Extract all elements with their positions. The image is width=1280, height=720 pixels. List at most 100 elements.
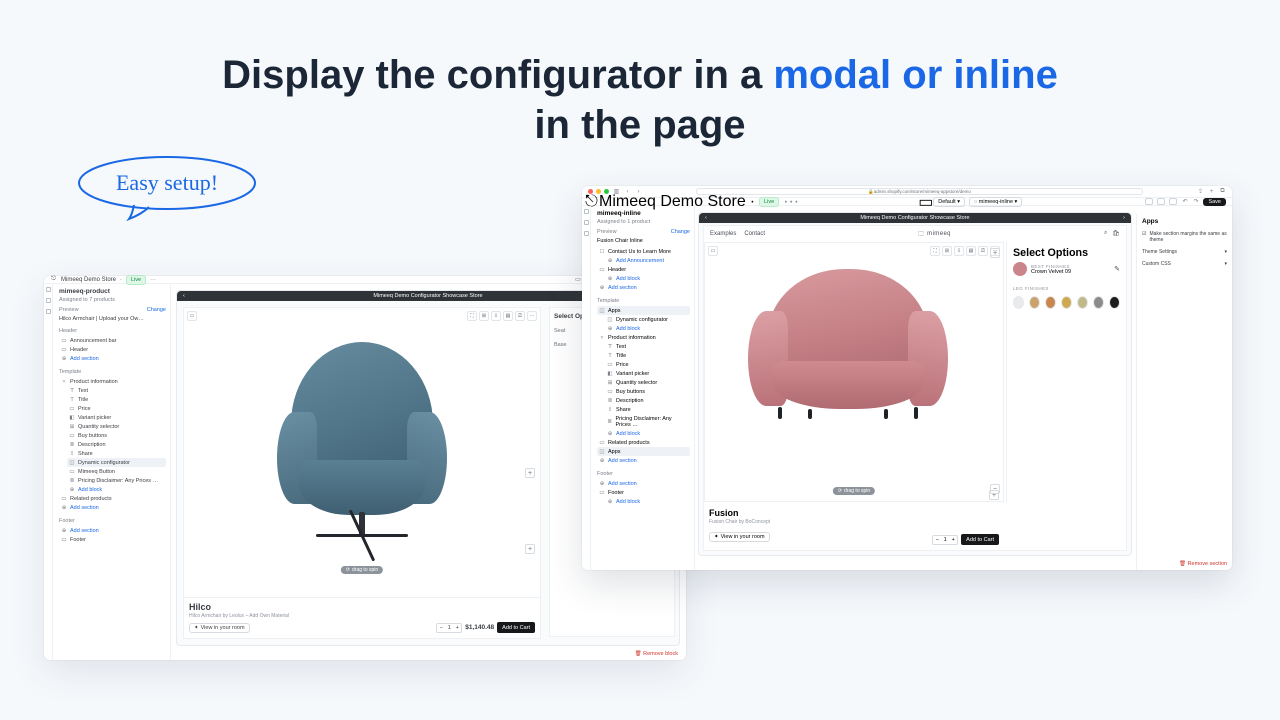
add-section-footer[interactable]: ⊕Add section [597, 479, 690, 488]
dimensions-icon[interactable]: ⊞ [479, 311, 489, 321]
add-to-cart-button[interactable]: Add to Cart [961, 534, 999, 545]
undo-icon[interactable]: ↶ [1181, 198, 1188, 205]
rail-sections-icon[interactable] [584, 209, 589, 214]
custom-css-row[interactable]: Custom CSS▾ [1142, 261, 1227, 267]
nav-contact[interactable]: Contact [744, 231, 765, 237]
fullscreen-icon[interactable]: ⛶ [930, 246, 940, 256]
preview-value[interactable]: Hilco Armchair | Upload your Ow… [59, 316, 166, 322]
tabs-icon[interactable]: ⧉ [1219, 188, 1226, 195]
device-tablet-icon[interactable] [1157, 198, 1165, 205]
tree-dynamic-configurator[interactable]: ◫Dynamic configurator [67, 458, 166, 467]
tree-share[interactable]: ⇪Share [67, 449, 166, 458]
add-block-pi[interactable]: ⊕Add block [605, 429, 690, 438]
tree-dyn[interactable]: ◫Dynamic configurator [605, 315, 690, 324]
margins-checkbox[interactable]: ☑Make section margins the same as theme [1142, 231, 1227, 243]
pdf-icon[interactable]: ▤ [503, 311, 513, 321]
qty-stepper[interactable]: −1+ [436, 623, 462, 633]
side-plus-1[interactable]: + [990, 248, 1000, 258]
rail-sections-icon[interactable] [46, 287, 51, 292]
tree-footer[interactable]: ▭Footer [597, 488, 690, 497]
tree-variant[interactable]: ◧Variant picker [605, 369, 690, 378]
fullscreen-icon[interactable]: ⛶ [467, 311, 477, 321]
expand-button[interactable]: + [525, 544, 535, 554]
more-tool-icon[interactable]: ··· [527, 311, 537, 321]
tree-pricing-disc[interactable]: ≣Pricing Disclaimer: Any Prices … [67, 476, 166, 485]
add-section-1[interactable]: ⊕Add section [597, 283, 690, 292]
nav-examples[interactable]: Examples [710, 231, 736, 237]
tree-text[interactable]: 𝖳Text [605, 342, 690, 351]
tree-price[interactable]: ▭Price [67, 404, 166, 413]
tree-price[interactable]: ▭Price [605, 360, 690, 369]
tree-desc[interactable]: ≣Description [605, 396, 690, 405]
theme-settings-row[interactable]: Theme Settings▾ [1142, 249, 1227, 255]
export-icon[interactable]: ⇩ [954, 246, 964, 256]
camera-icon[interactable]: ⎚ [978, 246, 988, 256]
remove-section-button[interactable]: 🗑 Remove section [1179, 561, 1227, 567]
add-block-footer[interactable]: ⊕Add block [605, 497, 690, 506]
leg-swatch-5[interactable] [1093, 296, 1104, 309]
leg-swatch-2[interactable] [1045, 296, 1056, 309]
viewport-toggle-icon[interactable]: ▭ [574, 276, 581, 283]
save-button[interactable]: Save [1203, 198, 1226, 206]
tree-share[interactable]: ⇪Share [605, 405, 690, 414]
redo-icon[interactable]: ↷ [1192, 198, 1199, 205]
tree-mimeeq-button[interactable]: ▭Mimeeq Button [67, 467, 166, 476]
change-link[interactable]: Change [671, 229, 690, 235]
exit-icon[interactable]: ⎋ [50, 276, 57, 283]
scope-dropdown[interactable]: ◌ mimeeq-inline ▾ [969, 197, 1022, 207]
add-section-footer[interactable]: ⊕Add section [59, 526, 166, 535]
leg-swatch-6[interactable] [1109, 296, 1120, 309]
tree-prodinfo[interactable]: ▿Product information [597, 333, 690, 342]
leg-swatch-4[interactable] [1077, 296, 1088, 309]
tree-title-item[interactable]: TTitle [67, 395, 166, 404]
rail-apps-icon[interactable] [584, 231, 589, 236]
add-section-2[interactable]: ⊕Add section [597, 456, 690, 465]
more-icon[interactable]: ··· [783, 193, 799, 211]
dimensions-icon[interactable]: ⊞ [942, 246, 952, 256]
exit-icon[interactable]: ⎋ [588, 198, 595, 205]
tree-contact[interactable]: ☐Contact Us to Learn More [597, 247, 690, 256]
share-icon[interactable]: ⇪ [1197, 188, 1204, 195]
tree-variant[interactable]: ◧Variant picker [67, 413, 166, 422]
add-announcement[interactable]: ⊕Add Announcement [605, 256, 690, 265]
view-in-room-button[interactable]: ✦ View in your room [189, 623, 250, 633]
change-link[interactable]: Change [147, 307, 166, 313]
add-block-pi[interactable]: ⊕Add block [67, 485, 166, 494]
product-viewer[interactable]: ▭ ⛶ ⊞ ⇩ ▤ ⎚ ··· ⟳ drag to spin + + [183, 307, 541, 639]
tree-pricing-disc[interactable]: ≣Pricing Disclaimer: Any Prices … [605, 414, 690, 429]
product-viewer[interactable]: ▭ ⛶ ⊞ ⇩ ▤ ⎚ ··· [704, 242, 1004, 502]
add-section-header[interactable]: ⊕Add section [59, 354, 166, 363]
add-section-template[interactable]: ⊕Add section [59, 503, 166, 512]
best-finishes-row[interactable]: BEST FINISHES Crown Velvet 09 ✎ [1013, 262, 1120, 276]
inspect-icon[interactable]: ▭ [187, 311, 197, 321]
qty-stepper[interactable]: −1+ [932, 535, 958, 545]
tree-header[interactable]: ▭Header [597, 265, 690, 274]
leg-swatch-0[interactable] [1013, 296, 1024, 309]
tree-footer[interactable]: ▭Footer [59, 535, 166, 544]
tree-related[interactable]: ▭Related products [597, 438, 690, 447]
new-tab-icon[interactable]: + [1208, 188, 1215, 195]
remove-block-button[interactable]: 🗑 Remove block [635, 651, 678, 657]
camera-icon[interactable]: ⎚ [515, 311, 525, 321]
tree-product-info[interactable]: ▿Product information [59, 377, 166, 386]
tree-buy[interactable]: ▭Buy buttons [605, 387, 690, 396]
search-icon[interactable]: ⌕ [1104, 230, 1107, 237]
pdf-icon[interactable]: ▤ [966, 246, 976, 256]
tree-text[interactable]: 𝖳Text [67, 386, 166, 395]
tree-title-item[interactable]: TTitle [605, 351, 690, 360]
add-block-apps[interactable]: ⊕Add block [605, 324, 690, 333]
device-desktop-icon[interactable] [1145, 198, 1153, 205]
tree-buy[interactable]: ▭Buy buttons [67, 431, 166, 440]
tree-desc[interactable]: ≣Description [67, 440, 166, 449]
device-mobile-icon[interactable] [1169, 198, 1177, 205]
rail-theme-icon[interactable] [46, 298, 51, 303]
rail-theme-icon[interactable] [584, 220, 589, 225]
viewport-toggle-icon[interactable]: ▭ [922, 198, 929, 205]
leg-swatch-1[interactable] [1029, 296, 1040, 309]
side-plus-2[interactable]: − [990, 484, 1000, 494]
side-plus-button[interactable]: + [525, 468, 535, 478]
preview-value[interactable]: Fusion Chair Inline [597, 238, 690, 244]
add-block-header[interactable]: ⊕Add block [605, 274, 690, 283]
tree-apps2[interactable]: ◫Apps [597, 447, 690, 456]
tree-announcement[interactable]: ▭Announcement bar [59, 336, 166, 345]
